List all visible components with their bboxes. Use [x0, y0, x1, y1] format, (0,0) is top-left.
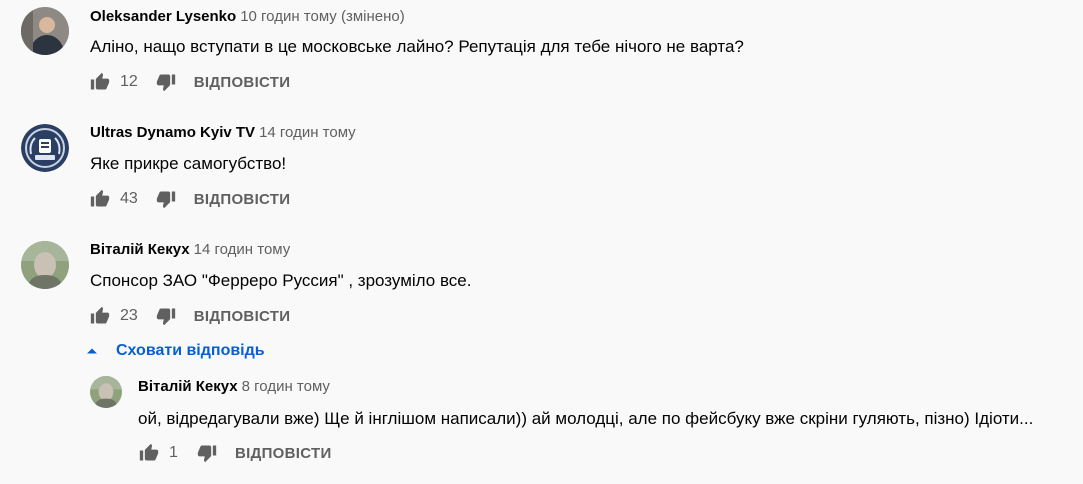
- like-count: 12: [120, 73, 138, 90]
- dislike-button[interactable]: [154, 187, 178, 211]
- club-logo-icon: [21, 124, 69, 172]
- avatar[interactable]: [21, 124, 69, 172]
- thumbs-down-icon: [156, 308, 175, 326]
- user-photo-icon: [90, 376, 122, 408]
- comment-actions: 23 ВІДПОВІСТИ: [88, 304, 290, 328]
- thumbs-down-icon: [156, 74, 175, 92]
- comment-actions: 43 ВІДПОВІСТИ: [88, 187, 290, 211]
- avatar[interactable]: [90, 376, 122, 408]
- thumbs-up-icon: [139, 443, 159, 461]
- comment-text: Спонсор ЗАО "Ферреро Руссия" , зрозуміло…: [90, 271, 472, 290]
- comment-text: Аліно, нащо вступати в це московське лай…: [90, 37, 744, 56]
- caret-up-icon: [87, 348, 97, 354]
- reply-button[interactable]: ВІДПОВІСТИ: [194, 74, 291, 91]
- avatar[interactable]: [21, 7, 69, 55]
- thumbs-up-icon: [90, 72, 110, 90]
- reply-button[interactable]: ВІДПОВІСТИ: [194, 308, 291, 325]
- user-photo-icon: [21, 7, 69, 55]
- comment-text: ой, відредагували вже) Ще й інглішом нап…: [138, 409, 1034, 428]
- comment-author[interactable]: Віталій Кекух: [138, 378, 238, 395]
- like-count: 23: [120, 307, 138, 324]
- thumbs-down-icon: [156, 191, 175, 209]
- user-photo-icon: [21, 241, 69, 289]
- like-count: 1: [169, 444, 178, 461]
- comment-actions: 1 ВІДПОВІСТИ: [137, 441, 332, 465]
- like-count: 43: [120, 190, 138, 207]
- comment-time[interactable]: 14 годин тому: [194, 241, 291, 258]
- comment-time[interactable]: 10 годин тому (змінено): [240, 8, 405, 25]
- dislike-button[interactable]: [154, 70, 178, 94]
- dislike-button[interactable]: [154, 304, 178, 328]
- avatar[interactable]: [21, 241, 69, 289]
- dislike-button[interactable]: [195, 441, 219, 465]
- comment-time[interactable]: 8 годин тому: [242, 378, 330, 395]
- comment-author[interactable]: Віталій Кекух: [90, 241, 190, 258]
- thumbs-up-icon: [90, 306, 110, 324]
- hide-replies-label: Сховати відповідь: [116, 342, 265, 359]
- thumbs-up-icon: [90, 189, 110, 207]
- thumbs-down-icon: [197, 445, 217, 463]
- comment-author[interactable]: Oleksander Lysenko: [90, 8, 236, 25]
- hide-replies-toggle[interactable]: Сховати відповідь: [86, 342, 265, 360]
- reply-button[interactable]: ВІДПОВІСТИ: [235, 445, 332, 462]
- comment-actions: 12 ВІДПОВІСТИ: [88, 70, 290, 94]
- reply-button[interactable]: ВІДПОВІСТИ: [194, 191, 291, 208]
- comment-time[interactable]: 14 годин тому: [259, 124, 356, 141]
- like-button[interactable]: [88, 70, 112, 94]
- like-button[interactable]: [88, 304, 112, 328]
- comment-author[interactable]: Ultras Dynamo Kyiv TV: [90, 124, 255, 141]
- like-button[interactable]: [88, 187, 112, 211]
- comment-text: Яке прикре самогубство!: [90, 154, 287, 173]
- like-button[interactable]: [137, 441, 161, 465]
